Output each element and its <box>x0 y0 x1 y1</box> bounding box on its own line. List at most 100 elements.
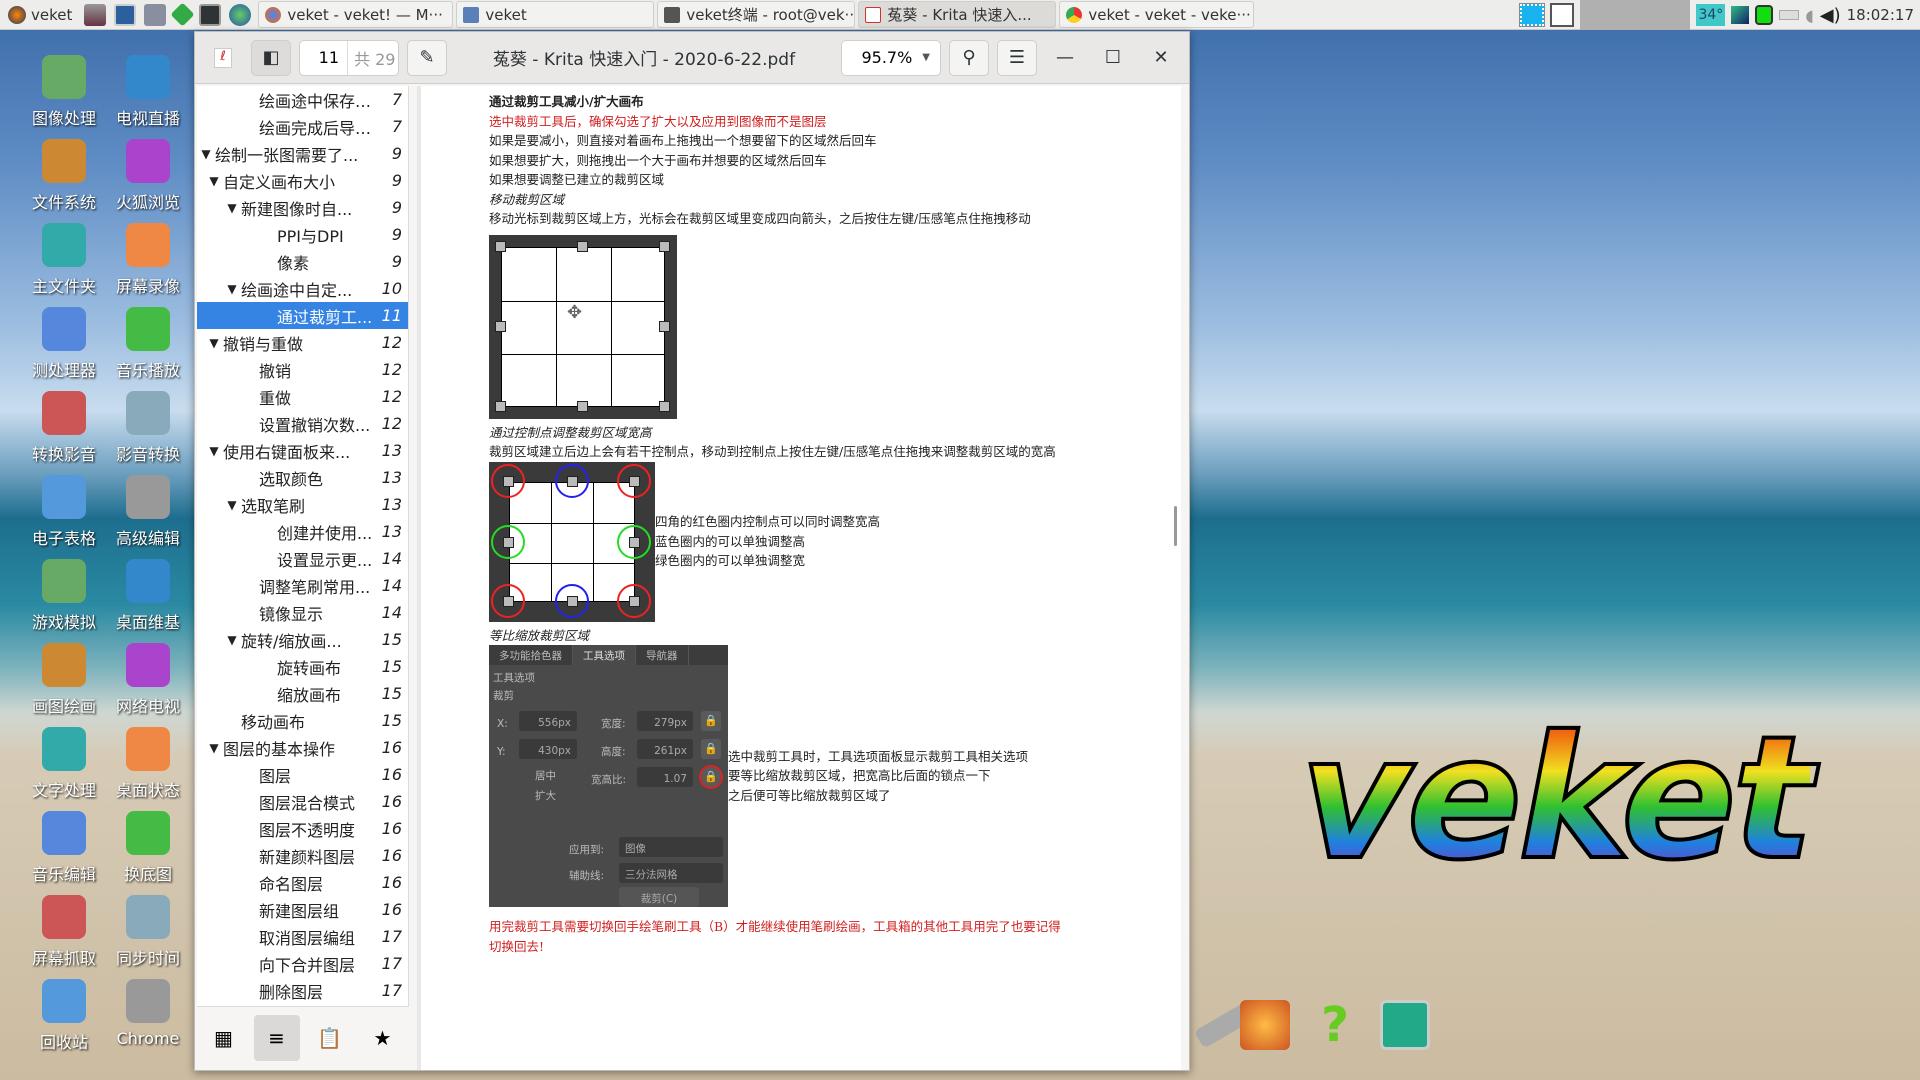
outline-item[interactable]: 绘画完成后导出··· 7 <box>197 113 408 140</box>
annotate-button[interactable]: ✎ <box>407 39 447 76</box>
outline-item[interactable]: 旋转画布 15 <box>197 653 408 680</box>
desktop-icon[interactable]: 桌面状态 <box>106 727 190 801</box>
expander-arrow-icon[interactable]: ▼ <box>223 633 241 647</box>
close-button[interactable]: ✕ <box>1141 40 1181 76</box>
expander-arrow-icon[interactable]: ▼ <box>223 282 241 296</box>
desktop-icon[interactable]: 文字处理 <box>22 727 106 801</box>
zoom-selector[interactable]: 95.7% ▼ <box>841 39 941 76</box>
desktop-icon[interactable]: Chrome <box>106 979 190 1048</box>
outline-item[interactable]: 设置撤销次数... 12 <box>197 410 408 437</box>
outline-item[interactable]: 选取颜色 13 <box>197 464 408 491</box>
task-pdf-viewer[interactable]: 菟葵 - Krita 快速入... <box>858 1 1057 28</box>
microphone-icon[interactable]: ◖ <box>1805 6 1813 25</box>
desktop-icon[interactable]: 音乐编辑 <box>22 811 106 885</box>
thumbnails-button[interactable]: ▦ <box>201 1015 247 1061</box>
desktop-icon[interactable]: 网络电视 <box>106 643 190 717</box>
outline-item[interactable]: 删除图层 17 <box>197 977 408 1004</box>
expander-arrow-icon[interactable]: ▼ <box>197 147 215 161</box>
clock[interactable]: 18:02:17 <box>1847 6 1914 24</box>
desktop-icon[interactable]: 主文件夹 <box>22 223 106 297</box>
desktop-icon[interactable]: 测处理器 <box>22 307 106 381</box>
outline-item[interactable]: ▼ 新建图像时自... 9 <box>197 194 408 221</box>
volume-icon[interactable]: ◀) <box>1820 5 1841 26</box>
outline-item[interactable]: 像素 9 <box>197 248 408 275</box>
maximize-button[interactable]: ☐ <box>1093 40 1133 76</box>
expander-arrow-icon[interactable]: ▼ <box>205 174 223 188</box>
outline-item[interactable]: 撤销 12 <box>197 356 408 383</box>
outline-item[interactable]: 新建颜料图层 16 <box>197 842 408 869</box>
outline-item[interactable]: PPI与DPI 9 <box>197 221 408 248</box>
outline-item[interactable]: 图层混合模式 16 <box>197 788 408 815</box>
annotations-button[interactable]: 📋 <box>307 1015 353 1061</box>
outline-item[interactable]: 创建并使用... 13 <box>197 518 408 545</box>
desktop-icon[interactable]: 图像处理 <box>22 55 106 129</box>
outline-item[interactable]: 图层不透明度 16 <box>197 815 408 842</box>
menu-button[interactable]: ☰ <box>997 39 1037 76</box>
page-selector[interactable]: 11 共 29 页 <box>299 39 399 76</box>
outline-item[interactable]: 缩放画布 15 <box>197 680 408 707</box>
desktop-icon[interactable]: 文件系统 <box>22 139 106 213</box>
outline-item[interactable]: ▼ 图层的基本操作 16 <box>197 734 408 761</box>
outline-item[interactable]: 图层 16 <box>197 761 408 788</box>
media-icon[interactable] <box>144 3 167 26</box>
task-terminal[interactable]: veket终端 - root@vek··· <box>657 1 856 28</box>
desktop-icon[interactable]: 屏幕抓取 <box>22 895 106 969</box>
outline-item[interactable]: 取消图层编组 17 <box>197 923 408 950</box>
start-menu-button[interactable]: veket <box>0 0 80 30</box>
desktop-icon[interactable]: 回收站 <box>22 979 106 1053</box>
expander-arrow-icon[interactable]: ▼ <box>205 336 223 350</box>
desktop-icon[interactable]: 桌面维基 <box>106 559 190 633</box>
camera-icon[interactable] <box>1380 1000 1430 1050</box>
desktop-icon[interactable]: 转换影音 <box>22 391 106 465</box>
network-icon[interactable] <box>1731 6 1750 24</box>
task-firefox[interactable]: veket - veket! — M··· <box>258 1 454 28</box>
minimize-button[interactable]: — <box>1045 40 1085 76</box>
pdf-tray-icon[interactable] <box>1550 3 1575 27</box>
outline-item[interactable]: 向下合并图层 17 <box>197 950 408 977</box>
outline-item[interactable]: ▼ 撤销与重做 12 <box>197 329 408 356</box>
monitor-icon[interactable] <box>114 3 137 26</box>
desktop-icon[interactable]: 换底图 <box>106 811 190 885</box>
vertical-scrollbar[interactable] <box>1174 506 1177 546</box>
bookmarks-button[interactable]: ★ <box>360 1015 406 1061</box>
desktop-icon[interactable]: 电子表格 <box>22 475 106 549</box>
desktop-icon[interactable]: 同步时间 <box>106 895 190 969</box>
task-chrome[interactable]: veket - veket - veke··· <box>1059 1 1255 28</box>
desktop-icon[interactable]: 屏幕录像 <box>106 223 190 297</box>
desktop-icon[interactable]: 火狐浏览 <box>106 139 190 213</box>
expander-arrow-icon[interactable]: ▼ <box>223 498 241 512</box>
desktop-icon[interactable]: 高级编辑 <box>106 475 190 549</box>
outline-item[interactable]: 重做 12 <box>197 383 408 410</box>
hammer-icon[interactable] <box>84 3 107 26</box>
outline-item[interactable]: 绘画途中保存为k··· 7 <box>197 86 408 113</box>
current-page-input[interactable]: 11 <box>300 40 348 75</box>
expander-arrow-icon[interactable]: ▼ <box>205 741 223 755</box>
outline-item[interactable]: 镜像显示 14 <box>197 599 408 626</box>
screenshot-tool-icon[interactable] <box>1519 3 1546 27</box>
desktop-icon[interactable]: 游戏模拟 <box>22 559 106 633</box>
veket-pet-icon[interactable] <box>1240 1000 1290 1050</box>
search-button[interactable]: ⚲ <box>949 39 989 76</box>
outline-item[interactable]: 设置显示更... 14 <box>197 545 408 572</box>
help-icon[interactable]: ? <box>1310 1000 1360 1050</box>
outline-item[interactable]: 调整笔刷常用... 14 <box>197 572 408 599</box>
outline-item[interactable]: ▼ 旋转/缩放画... 15 <box>197 626 408 653</box>
document-page[interactable]: 通过裁剪工具减小/扩大画布 选中裁剪工具后，确保勾选了扩大以及应用到图像而不是图… <box>417 86 1181 1070</box>
expander-arrow-icon[interactable]: ▼ <box>205 444 223 458</box>
desktop-icon[interactable]: 音乐播放 <box>106 307 190 381</box>
desktop-icon[interactable]: 影音转换 <box>106 391 190 465</box>
storage-icon[interactable] <box>1755 5 1774 25</box>
outline-item[interactable]: 通过裁剪工... 11 <box>197 302 408 329</box>
outline-item[interactable]: ▼ 选取笔刷 13 <box>197 491 408 518</box>
outline-item[interactable]: 新建图层组 16 <box>197 896 408 923</box>
expander-arrow-icon[interactable]: ▼ <box>223 201 241 215</box>
desktop-icon[interactable]: 画图绘画 <box>22 643 106 717</box>
outline-item[interactable]: ▼ 自定义画布大小 9 <box>197 167 408 194</box>
outline-item[interactable]: ▼ 绘制一张图需要了... 9 <box>197 140 408 167</box>
outline-button[interactable]: ≡ <box>253 1014 300 1061</box>
outline-item[interactable]: ▼ 使用右键面板来... 13 <box>197 437 408 464</box>
outline-item[interactable]: ▼ 绘画途中自定... 10 <box>197 275 408 302</box>
terminal-icon[interactable] <box>199 3 222 26</box>
outline-item[interactable]: 移动画布 15 <box>197 707 408 734</box>
task-folder[interactable]: veket <box>456 1 655 28</box>
